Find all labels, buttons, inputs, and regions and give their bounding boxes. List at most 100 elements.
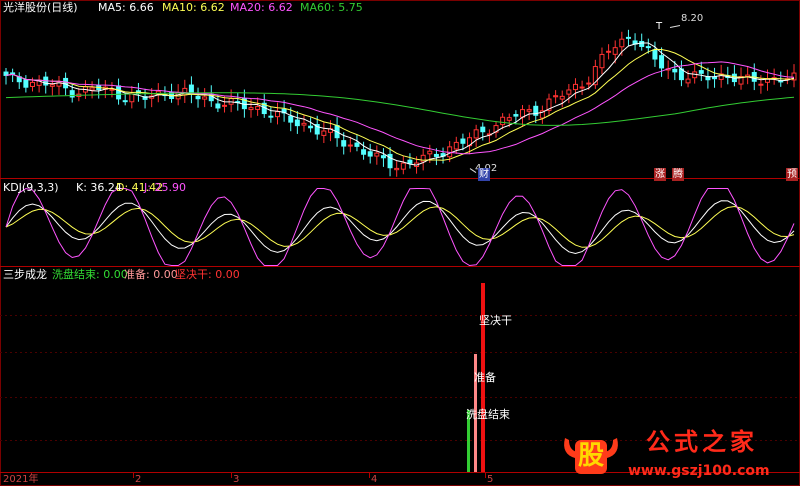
watermark-site-name: 公式之家 [646,428,758,456]
candle-down [116,85,122,100]
candle-up [222,104,228,107]
candle-up [301,122,307,126]
kdj-j-value: J: 25.90 [144,181,186,194]
candle-up [553,95,559,98]
candle-down [645,46,651,49]
candle-down [407,159,413,164]
prepare-bar-label: 准备 [474,371,496,384]
candle-up [579,86,585,89]
candle-up [473,129,479,139]
ma10-line [5,48,795,161]
candle-down [354,142,360,147]
candle-down [652,49,658,60]
xaxis-month-2: 2 [135,474,142,485]
candle-down [341,140,347,147]
teng-marker: 腾 [672,168,684,181]
candle-up [566,89,572,95]
watermark-logo: 股 [559,432,623,476]
candle-up [400,162,406,170]
yu-marker: 预 [786,168,798,181]
kdj-d-line [5,205,795,248]
candle-up [29,81,35,87]
candle-up [453,141,459,150]
candle-up [394,167,400,171]
candle-up [129,93,135,103]
xaxis-month-5: 5 [487,474,494,485]
ma60-value: MA60: 5.75 [300,1,363,14]
candle-down [367,151,373,157]
candle-up [202,96,208,100]
candle-up [586,82,592,85]
t-marker: T [656,21,663,32]
watermark-url: www.gszj100.com [628,463,770,479]
candle-up [500,116,506,126]
kdj-j-line [5,187,795,267]
candle-up [612,47,618,55]
xaxis-year: 2021年 [3,474,39,485]
candle-up [572,83,578,91]
candle-down [195,95,201,100]
candle-down [268,115,274,118]
candle-down [513,114,519,117]
candle-down [672,68,678,73]
candle-down [659,55,665,69]
zhang-marker: 涨 [654,168,666,181]
ma5-value: MA5: 6.66 [98,1,154,14]
go-value: 坚决干: 0.00 [175,268,240,281]
candle-down [433,153,439,157]
candle-down [460,138,466,144]
candle-down [10,72,16,75]
ma20-value: MA20: 6.62 [230,1,293,14]
candle-up [321,130,327,136]
wash-value: 洗盘结束: 0.00 [52,268,128,281]
candle-up [427,150,433,155]
ma20-line [5,61,795,155]
candle-up [248,107,254,111]
wash-bar-label: 洗盘结束 [466,408,510,421]
candle-up [619,38,625,48]
candle-down [215,103,221,109]
candle-down [480,126,486,133]
candle-down [361,149,367,155]
stock-chart-window: 光洋股份(日线) MA5: 6.66 MA10: 6.62 MA20: 6.62… [0,0,800,486]
xaxis-month-4: 4 [371,474,378,485]
candle-up [347,144,353,147]
candle-down [63,77,69,89]
candle-down [625,36,631,39]
candle-up [255,106,261,110]
candle-up [49,84,55,87]
candle-up [89,87,95,91]
price-chart[interactable] [0,0,800,486]
ma60-line [5,92,795,126]
indicator-title: 三步成龙 [3,268,47,281]
candle-up [599,53,605,69]
candle-up [685,78,691,84]
high-price-label: 8.20 [681,13,704,24]
cai-marker: 财 [478,168,490,181]
candle-down [380,155,386,159]
candle-down [308,125,314,129]
candle-down [639,40,645,47]
candle-down [69,90,75,98]
candle-down [122,100,128,103]
go-bar-label: 坚决干 [479,314,512,327]
candle-up [274,111,280,118]
candle-up [559,95,565,100]
stock-title: 光洋股份(日线) [3,1,78,14]
candle-up [374,152,380,157]
candle-down [23,79,29,88]
candle-down [288,115,294,123]
ma5-line [5,42,795,166]
prepare-value: 准备: 0.00 [124,268,178,281]
candle-up [420,154,426,163]
candle-up [606,50,612,53]
xaxis-month-3: 3 [233,474,240,485]
candle-down [294,119,300,127]
candle-down [698,70,704,74]
candle-up [228,97,234,105]
kdj-title: KDJ(9,3,3) [3,181,59,194]
high-arrow [669,25,681,28]
candle-up [758,83,764,86]
candle-up [506,117,512,121]
ma10-value: MA10: 6.62 [162,1,225,14]
